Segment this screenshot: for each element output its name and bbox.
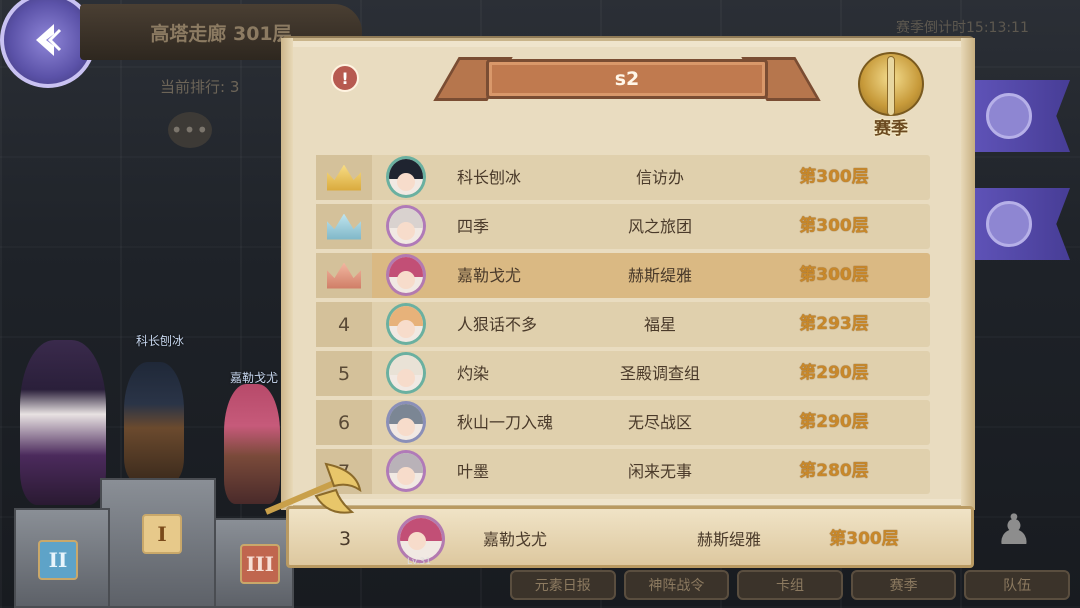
self-level: Lv.31 [407, 557, 431, 567]
rank-cell: 6 [316, 400, 372, 445]
self-guild: 赫斯缇雅 [696, 530, 761, 549]
panel-title: s2 [614, 68, 640, 90]
info-icon[interactable]: ! [331, 64, 359, 92]
rank-number: 5 [337, 362, 351, 385]
season-badge-label: 赛季 [874, 119, 908, 139]
panel-scroll-left [281, 38, 293, 510]
spear-icon [887, 56, 895, 116]
bottom-tab-bar: 元素日报 神阵战令 卡组 赛季 队伍 [510, 570, 1070, 608]
current-rank-label: 当前排行: 3 [160, 78, 240, 96]
ranking-row[interactable]: 6 秋山一刀入魂 无尽战区 第290层 [316, 400, 930, 445]
ranking-row[interactable]: 科长刨冰 信访办 第300层 [316, 155, 930, 200]
guild-name: 闲来无事 [627, 462, 692, 481]
podium-first-character [124, 362, 184, 482]
player-avatar[interactable] [386, 401, 426, 443]
floor-reached: 第290层 [799, 363, 869, 383]
chat-bubble-icon[interactable]: ••• [168, 112, 212, 148]
tab-season[interactable]: 赛季 [850, 570, 957, 600]
rank-cell: 5 [316, 351, 372, 396]
ranking-row[interactable]: 4 人狠话不多 福星 第293层 [316, 302, 930, 347]
ranking-row[interactable]: 嘉勒戈尤 赫斯缇雅 第300层 [316, 253, 930, 298]
rank-cell: 4 [316, 302, 372, 347]
podium-first-name: 科长刨冰 [136, 334, 185, 348]
tab-card-deck[interactable]: 卡组 [737, 570, 843, 600]
rank-cell [316, 204, 372, 249]
ranking-row[interactable]: 7叶墨闲来无事第280层 [316, 449, 930, 494]
tab-battle-pass[interactable]: 神阵战令 [623, 570, 730, 600]
floor-reached: 第300层 [799, 216, 869, 236]
golden-axe-icon [264, 462, 362, 515]
player-avatar[interactable] [386, 156, 426, 198]
guild-name: 无尽战区 [627, 413, 692, 432]
player-name: 秋山一刀入魂 [457, 413, 554, 432]
rank-cell [316, 253, 372, 298]
player-name: 科长刨冰 [457, 168, 522, 187]
self-name: 嘉勒戈尤 [483, 530, 548, 549]
panel-scroll-right [961, 38, 975, 510]
floor-reached: 第280层 [799, 461, 869, 481]
player-name: 灼染 [457, 364, 490, 383]
back-arrow-icon [36, 24, 62, 56]
rank-number: 4 [337, 313, 351, 336]
guild-name: 福星 [643, 315, 676, 334]
tower-button[interactable] [972, 80, 1070, 152]
globe-icon [986, 201, 1032, 247]
player-avatar[interactable] [386, 352, 426, 394]
player-avatar[interactable] [386, 450, 426, 492]
season-badge[interactable]: 赛季 [852, 52, 930, 140]
guild-name: 风之旅团 [627, 217, 692, 236]
guild-name: 信访办 [635, 168, 684, 187]
globe-button[interactable] [972, 188, 1070, 260]
podium-badge-third: III [240, 544, 280, 584]
guild-name: 赫斯缇雅 [627, 266, 692, 285]
podium-second-character [20, 340, 106, 505]
rank-cell [316, 155, 372, 200]
self-avatar[interactable] [397, 515, 445, 563]
guild-name: 圣殿调查组 [619, 364, 700, 383]
self-rank-bar: 3 Lv.31 嘉勒戈尤 赫斯缇雅 第300层 [286, 506, 974, 568]
player-name: 叶墨 [457, 462, 490, 481]
chess-pieces-icon[interactable]: ♟ [984, 500, 1044, 560]
ranking-list: 科长刨冰 信访办 第300层 四季 风之旅团 第300层 嘉勒戈尤 赫斯缇雅 第300层 4 人狠话… [316, 155, 930, 498]
season-title-plate: s2 [433, 53, 821, 105]
tower-icon [986, 93, 1032, 139]
bronze-crown-icon [327, 262, 361, 289]
floor-reached: 第293层 [799, 314, 869, 334]
ranking-row[interactable]: 四季 风之旅团 第300层 [316, 204, 930, 249]
tab-element-daily[interactable]: 元素日报 [510, 570, 616, 600]
floor-reached: 第290层 [799, 412, 869, 432]
player-avatar[interactable] [386, 205, 426, 247]
self-floor: 第300层 [829, 529, 899, 549]
floor-reached: 第300层 [799, 265, 869, 285]
rank-number: 6 [337, 411, 351, 434]
podium-badge-second: II [38, 540, 78, 580]
ranking-row[interactable]: 5 灼染 圣殿调查组 第290层 [316, 351, 930, 396]
podium-badge-first: I [142, 514, 182, 554]
player-name: 嘉勒戈尤 [457, 266, 522, 285]
floor-reached: 第300层 [799, 167, 869, 187]
self-rank: 3 [338, 528, 352, 550]
player-avatar[interactable] [386, 303, 426, 345]
silver-crown-icon [327, 213, 361, 240]
player-name: 人狠话不多 [457, 315, 538, 334]
season-countdown: 赛季倒计时15:13:11 [896, 20, 1029, 36]
player-name: 四季 [457, 217, 490, 236]
tab-team[interactable]: 队伍 [964, 570, 1070, 600]
player-avatar[interactable] [386, 254, 426, 296]
gold-crown-icon [327, 164, 361, 191]
